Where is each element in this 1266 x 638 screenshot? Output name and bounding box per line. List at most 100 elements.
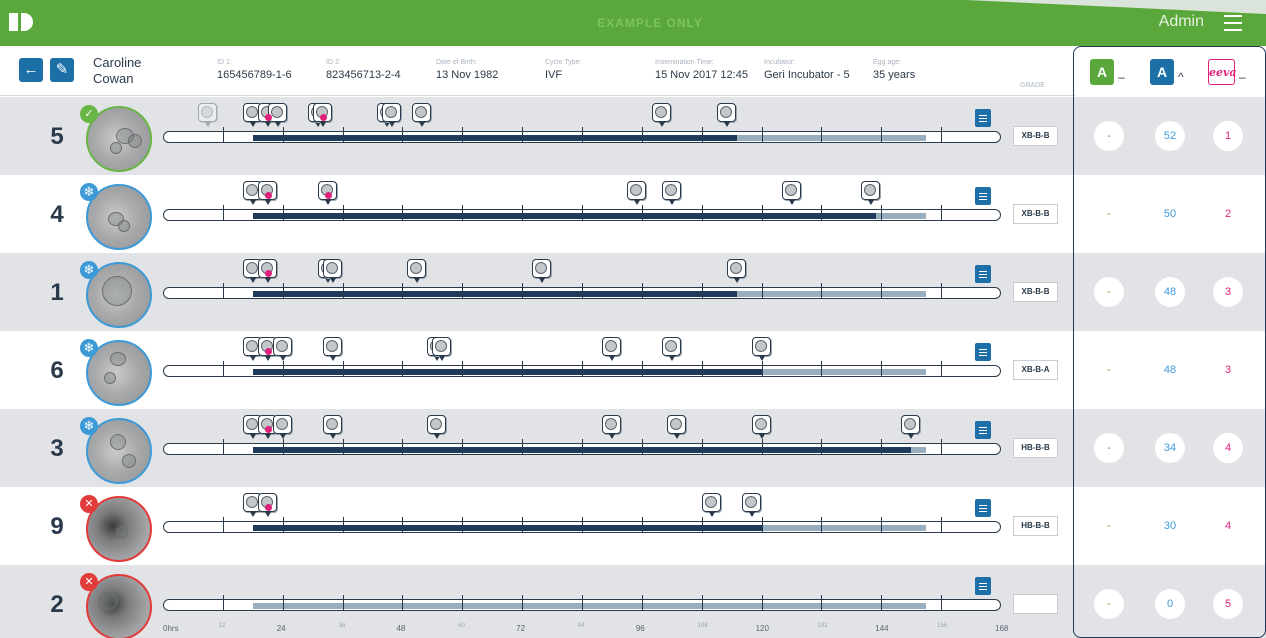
notes-icon[interactable] (975, 421, 991, 439)
notes-icon[interactable] (975, 109, 991, 127)
grade-badge[interactable] (1013, 594, 1058, 614)
timeline-tick (342, 283, 344, 298)
score-row: - 48 3 (1075, 331, 1266, 409)
timeline-tick (641, 205, 643, 220)
event-marker[interactable] (532, 259, 552, 283)
app: EXAMPLE ONLY Admin ← ✎ Caroline Cowan ID… (0, 0, 1266, 638)
axis-label: 72 (516, 624, 526, 633)
a1-score-icon[interactable]: A (1090, 59, 1114, 85)
embryo-row[interactable]: 5 ✓ XB-B-B (0, 97, 1075, 175)
timeline-tick (582, 361, 583, 376)
embryo-stage-icon (245, 340, 258, 352)
event-marker[interactable] (407, 259, 427, 283)
notes-icon[interactable] (975, 187, 991, 205)
event-marker[interactable] (601, 415, 621, 439)
embryo-stage-icon (245, 106, 258, 118)
hamburger-menu-icon[interactable] (1224, 15, 1242, 31)
event-marker[interactable] (901, 415, 921, 439)
patient-last-name: Cowan (93, 71, 134, 86)
a2-score-toggle[interactable]: ^ (1178, 70, 1184, 84)
grade-badge[interactable]: HB-B-B (1013, 516, 1058, 536)
event-marker[interactable] (701, 493, 721, 517)
example-only-label: EXAMPLE ONLY (597, 16, 703, 30)
timeline-tick (462, 361, 464, 376)
event-marker[interactable] (751, 415, 771, 439)
embryo-stage-icon (669, 418, 682, 430)
embryo-stage-icon (415, 106, 428, 118)
axis-minor-label: 84 (578, 623, 585, 629)
user-name[interactable]: Admin (1159, 13, 1204, 31)
embryo-stage-icon (604, 418, 617, 430)
event-marker[interactable] (322, 415, 342, 439)
edit-button[interactable]: ✎ (50, 58, 74, 82)
cell-shape (102, 276, 132, 306)
embryo-stage-icon (864, 184, 877, 196)
embryo-stage-icon (325, 340, 338, 352)
field-incubator: Incubator: Geri Incubator - 5 (764, 58, 850, 82)
event-marker[interactable] (322, 337, 342, 361)
embryo-row[interactable]: 4 ❄ XB-B-B (0, 175, 1075, 253)
event-marker[interactable] (861, 181, 881, 205)
event-marker[interactable] (626, 181, 646, 205)
embryo-stage-icon (664, 340, 677, 352)
event-marker[interactable] (601, 337, 621, 361)
embryo-stage-icon (904, 418, 917, 430)
timeline-tick (821, 517, 823, 532)
eeva-score-toggle[interactable]: – (1239, 70, 1246, 84)
event-marker[interactable] (661, 181, 681, 205)
timeline-tick (821, 595, 823, 610)
event-marker[interactable] (322, 259, 342, 283)
event-marker[interactable] (741, 493, 761, 517)
score-row: - 30 4 (1075, 487, 1266, 565)
a1-score-toggle[interactable]: – (1118, 70, 1125, 84)
timeline-tick (342, 517, 344, 532)
event-marker[interactable] (412, 103, 432, 127)
pronuclei-dot (264, 426, 272, 433)
event-marker[interactable] (427, 415, 447, 439)
eeva-score-icon[interactable]: eeva (1208, 59, 1237, 85)
event-marker[interactable] (751, 337, 771, 361)
event-marker[interactable] (716, 103, 736, 127)
event-marker[interactable] (272, 415, 292, 439)
embryo-row[interactable]: 6 ❄ XB-B-A (0, 331, 1075, 409)
event-marker[interactable] (272, 337, 292, 361)
notes-icon[interactable] (975, 265, 991, 283)
event-marker[interactable] (382, 103, 402, 127)
grade-badge[interactable]: HB-B-B (1013, 438, 1058, 458)
close-icon: ✕ (80, 573, 98, 591)
timeline-tick (402, 361, 404, 376)
grade-badge[interactable]: XB-B-A (1013, 360, 1058, 380)
event-marker[interactable] (197, 103, 217, 127)
grade-badge[interactable]: XB-B-B (1013, 282, 1058, 302)
snowflake-icon: ❄ (80, 339, 98, 357)
a2-score: 34 (1155, 433, 1185, 463)
embryo-row[interactable]: 9 ✕ HB-B-B (0, 487, 1075, 565)
back-button[interactable]: ← (19, 58, 43, 82)
timeline-tick (522, 127, 524, 142)
event-marker[interactable] (666, 415, 686, 439)
notes-icon[interactable] (975, 343, 991, 361)
grade-badge[interactable]: XB-B-B (1013, 126, 1058, 146)
a2-score: 48 (1155, 277, 1185, 307)
event-marker[interactable] (726, 259, 746, 283)
embryo-stage-icon (754, 340, 767, 352)
embryo-row[interactable]: 3 ❄ HB-B-B (0, 409, 1075, 487)
notes-icon[interactable] (975, 577, 991, 595)
event-marker[interactable] (651, 103, 671, 127)
notes-icon[interactable] (975, 499, 991, 517)
embryo-stage-icon (245, 184, 258, 196)
event-marker[interactable] (432, 337, 452, 361)
embryo-stage-icon (629, 184, 642, 196)
timeline-remaining (736, 135, 927, 141)
event-marker[interactable] (661, 337, 681, 361)
timeline-tick (761, 205, 763, 220)
timeline-progress (252, 525, 762, 531)
embryo-row[interactable]: 2 ✕ (0, 565, 1075, 638)
a2-score-icon[interactable]: A (1150, 59, 1174, 85)
grade-badge[interactable]: XB-B-B (1013, 204, 1058, 224)
timeline-tick (582, 283, 583, 298)
timeline-tick (701, 595, 703, 610)
embryo-row[interactable]: 1 ❄ XB-B-B (0, 253, 1075, 331)
timeline-tick (641, 361, 643, 376)
event-marker[interactable] (781, 181, 801, 205)
